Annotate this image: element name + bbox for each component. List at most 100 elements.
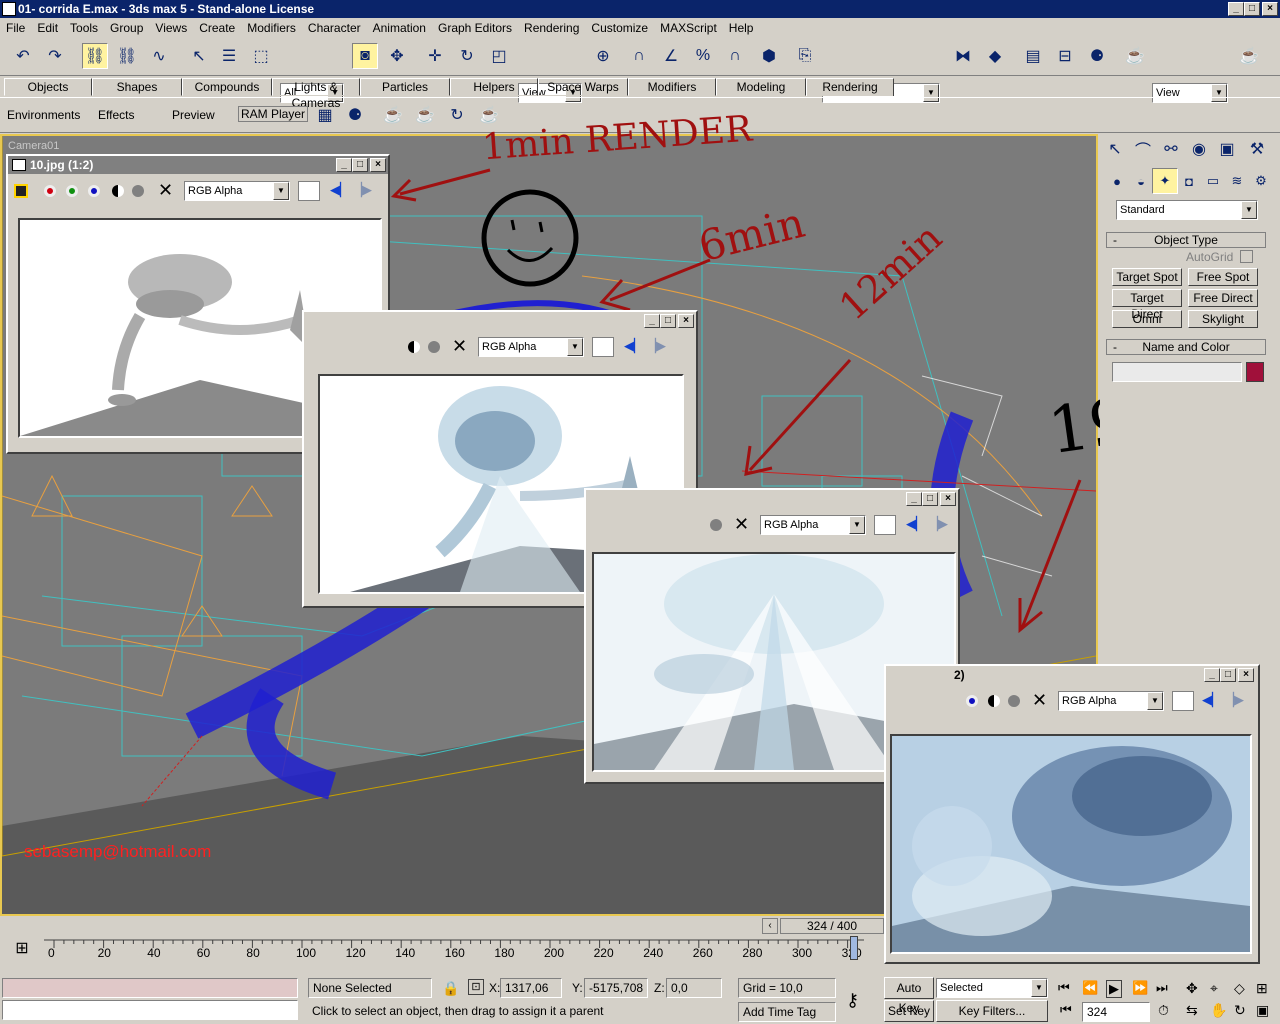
environments-button[interactable]: Environments [7, 108, 80, 122]
next-frame-icon[interactable]: ⏩ [1132, 980, 1148, 996]
menu-rendering[interactable]: Rendering [518, 21, 585, 35]
quick-render-icon[interactable]: ☕ [1236, 43, 1262, 69]
pivot-center-icon[interactable]: ⊕ [590, 43, 616, 69]
bind-space-warp-icon[interactable]: ∿ [146, 43, 172, 69]
add-time-tag[interactable]: Add Time Tag [738, 1002, 836, 1022]
monochrome-icon[interactable] [710, 519, 722, 531]
autogrid-checkbox[interactable] [1240, 250, 1253, 263]
preview-button[interactable]: Preview [172, 108, 215, 122]
redo-icon[interactable]: ↷ [42, 43, 68, 69]
display-tab-icon[interactable]: ▣ [1214, 136, 1240, 162]
blue-channel-icon[interactable] [966, 695, 978, 707]
snap-3d-icon[interactable]: ∩ [626, 43, 652, 69]
hand-icon[interactable]: ✋ [1210, 1002, 1227, 1019]
red-channel-icon[interactable] [44, 185, 56, 197]
select-move-icon[interactable]: ✥ [384, 43, 410, 69]
utilities-tab-icon[interactable]: ⚒ [1244, 136, 1270, 162]
undo-icon[interactable]: ↶ [10, 43, 36, 69]
tab-modeling[interactable]: Modeling [716, 78, 806, 96]
current-frame-marker[interactable] [850, 936, 858, 960]
dolly-icon[interactable]: ⇆ [1186, 1002, 1198, 1019]
tab-shapes[interactable]: Shapes [92, 78, 182, 96]
select-link-icon[interactable]: ⛓ [82, 43, 108, 69]
goto-end-icon[interactable]: ⏭ [1156, 980, 1168, 996]
fb3-prev-icon[interactable]: ◀▏ [906, 516, 926, 532]
close-button[interactable]: × [1262, 2, 1278, 16]
menu-customize[interactable]: Customize [585, 21, 654, 35]
category-dropdown[interactable]: Standard ▼ [1116, 200, 1258, 220]
time-config-icon[interactable]: ⏱ [1158, 1002, 1169, 1019]
fb4-color-swatch[interactable] [1172, 691, 1194, 711]
menu-maxscript[interactable]: MAXScript [654, 21, 723, 35]
current-frame-field[interactable]: 324 [1082, 1002, 1150, 1022]
fb2-close[interactable]: × [678, 314, 694, 328]
angle-snap-icon[interactable]: ∠ [658, 43, 684, 69]
free-direct-button[interactable]: Free Direct [1188, 289, 1258, 307]
hierarchy-tab-icon[interactable]: ⚯ [1158, 136, 1184, 162]
tab-particles[interactable]: Particles [360, 78, 450, 96]
move-icon[interactable]: ✛ [422, 43, 448, 69]
maxscript-listener[interactable] [2, 978, 298, 998]
menu-help[interactable]: Help [723, 21, 760, 35]
fb3-channel-dropdown[interactable]: RGB Alpha ▼ [760, 515, 866, 535]
select-by-name-icon[interactable]: ☰ [216, 43, 242, 69]
tab-rendering[interactable]: Rendering [806, 78, 894, 96]
layer-manager-icon[interactable]: ▤ [1020, 43, 1046, 69]
app-icon[interactable] [2, 2, 16, 16]
rotate-icon[interactable]: ↻ [454, 43, 480, 69]
window-crossing-icon[interactable]: ◙ [352, 43, 378, 69]
target-direct-button[interactable]: Target Direct [1112, 289, 1182, 321]
name-and-color-rollout[interactable]: - Name and Color [1106, 339, 1266, 355]
fb2-prev-icon[interactable]: ◀▏ [624, 338, 644, 354]
fb1-channel-dropdown[interactable]: RGB Alpha ▼ [184, 181, 290, 201]
menu-character[interactable]: Character [302, 21, 367, 35]
systems-icon[interactable]: ⚙ [1248, 168, 1274, 194]
fb3-maximize[interactable]: □ [922, 492, 938, 506]
mirror-icon[interactable]: ⧓ [950, 43, 976, 69]
fb4-next-icon[interactable]: ▕▶ [1224, 692, 1244, 708]
fb4-channel-dropdown[interactable]: RGB Alpha ▼ [1058, 691, 1164, 711]
fb1-prev-icon[interactable]: ◀▏ [330, 182, 350, 198]
skylight-button[interactable]: Skylight [1188, 310, 1258, 328]
space-warps-icon[interactable]: ≋ [1224, 168, 1250, 194]
target-spot-button[interactable]: Target Spot [1112, 268, 1182, 286]
geometry-icon[interactable]: ● [1104, 168, 1130, 194]
set-key-button[interactable]: Set Key [884, 1000, 934, 1022]
spinner-snap-icon[interactable]: ∩ [722, 43, 748, 69]
alpha-channel-icon[interactable] [112, 185, 124, 197]
alpha-channel-icon[interactable] [408, 341, 420, 353]
edit-named-selections-icon[interactable]: ⬢ [756, 43, 782, 69]
unlink-icon[interactable]: ⛓ [114, 43, 140, 69]
omni-button[interactable]: Omni [1112, 310, 1182, 328]
modify-tab-icon[interactable]: ⌒ [1130, 136, 1156, 162]
fb2-color-swatch[interactable] [592, 337, 614, 357]
key-mode-dropdown[interactable]: Selected ▼ [936, 978, 1048, 998]
quick-render-tab-icon[interactable]: ☕ [412, 102, 438, 128]
fb4-minimize[interactable]: _ [1204, 668, 1220, 682]
material-editor-icon[interactable]: ⚈ [1084, 43, 1110, 69]
render-scene-icon[interactable]: ☕ [1122, 43, 1148, 69]
tab-compounds[interactable]: Compounds [182, 78, 272, 96]
menu-edit[interactable]: Edit [31, 21, 64, 35]
goto-start-icon[interactable]: ⏮ [1058, 980, 1070, 996]
menu-views[interactable]: Views [149, 21, 193, 35]
fb4-prev-icon[interactable]: ◀▏ [1202, 692, 1222, 708]
select-object-icon[interactable]: ↖ [186, 43, 212, 69]
fb4-maximize[interactable]: □ [1220, 668, 1236, 682]
fb4-close[interactable]: × [1238, 668, 1254, 682]
menu-modifiers[interactable]: Modifiers [241, 21, 302, 35]
motion-tab-icon[interactable]: ◉ [1186, 136, 1212, 162]
time-slider[interactable]: 324 / 400 [780, 918, 884, 934]
fb3-minimize[interactable]: _ [906, 492, 922, 506]
x-coordinate[interactable]: 1317,06 [500, 978, 562, 998]
object-name-field[interactable] [1112, 362, 1242, 382]
maximize-button[interactable]: □ [1244, 2, 1260, 16]
free-spot-button[interactable]: Free Spot [1188, 268, 1258, 286]
object-color-swatch[interactable] [1246, 362, 1264, 382]
auto-key-button[interactable]: Auto Key [884, 977, 934, 1015]
y-coordinate[interactable]: -5175,708 [584, 978, 648, 998]
monochrome-icon[interactable] [1008, 695, 1020, 707]
pan-icon[interactable]: ✥ [1186, 980, 1198, 997]
fb2-minimize[interactable]: _ [644, 314, 660, 328]
scale-icon[interactable]: ◰ [486, 43, 512, 69]
